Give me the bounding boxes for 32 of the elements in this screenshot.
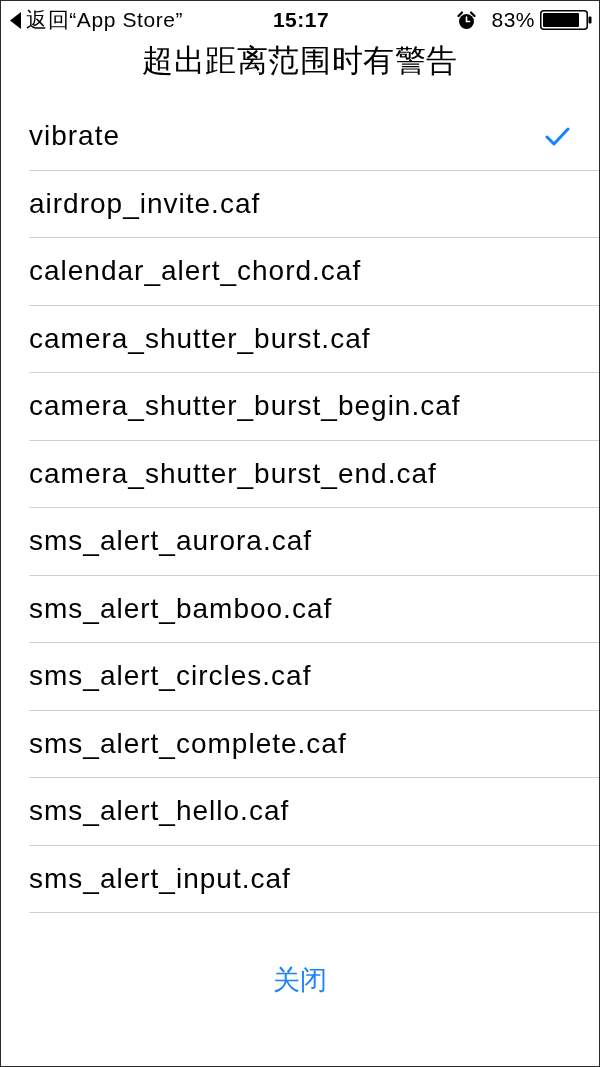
sound-option[interactable]: camera_shutter_burst.caf bbox=[29, 305, 599, 373]
sound-option[interactable]: sms_alert_hello.caf bbox=[29, 778, 599, 846]
sound-option[interactable]: sms_alert_bamboo.caf bbox=[29, 575, 599, 643]
sound-name: calendar_alert_chord.caf bbox=[29, 255, 362, 288]
sound-name: sms_alert_circles.caf bbox=[29, 660, 312, 693]
sound-option[interactable]: sms_alert_input.caf bbox=[29, 845, 599, 913]
sound-name: camera_shutter_burst_end.caf bbox=[29, 457, 437, 490]
sound-name: camera_shutter_burst.caf bbox=[29, 322, 371, 355]
back-to-app-link[interactable]: 返回“App Store” bbox=[26, 6, 184, 34]
sound-option[interactable]: sms_alert_circles.caf bbox=[29, 643, 599, 711]
sound-option[interactable]: sms_alert_aurora.caf bbox=[29, 508, 599, 576]
sound-name: camera_shutter_burst_begin.caf bbox=[29, 390, 461, 423]
sound-option[interactable]: calendar_alert_chord.caf bbox=[29, 238, 599, 306]
alarm-clock-icon bbox=[457, 10, 477, 30]
sound-name: vibrate bbox=[29, 120, 121, 153]
sound-option[interactable]: vibrate bbox=[29, 103, 599, 171]
sound-name: sms_alert_bamboo.caf bbox=[29, 592, 333, 625]
sound-option[interactable]: camera_shutter_burst_end.caf bbox=[29, 440, 599, 508]
sound-name: sms_alert_aurora.caf bbox=[29, 525, 312, 558]
screen-title: 超出距离范围时有警告 bbox=[142, 42, 458, 80]
close-button[interactable]: 关闭 bbox=[263, 955, 337, 1004]
sound-option[interactable]: sms_alert_complete.caf bbox=[29, 710, 599, 778]
status-time: 15:17 bbox=[272, 8, 330, 32]
sound-name: sms_alert_input.caf bbox=[29, 862, 291, 895]
sound-option[interactable]: camera_shutter_burst_begin.caf bbox=[29, 373, 599, 441]
sound-name: sms_alert_complete.caf bbox=[29, 727, 347, 760]
battery-icon bbox=[540, 10, 592, 30]
sound-name: sms_alert_hello.caf bbox=[29, 795, 290, 828]
sound-option[interactable]: airdrop_invite.caf bbox=[29, 170, 599, 238]
back-triangle-icon[interactable] bbox=[10, 11, 21, 29]
sound-name: airdrop_invite.caf bbox=[29, 187, 261, 220]
battery-percent: 83% bbox=[491, 8, 535, 32]
